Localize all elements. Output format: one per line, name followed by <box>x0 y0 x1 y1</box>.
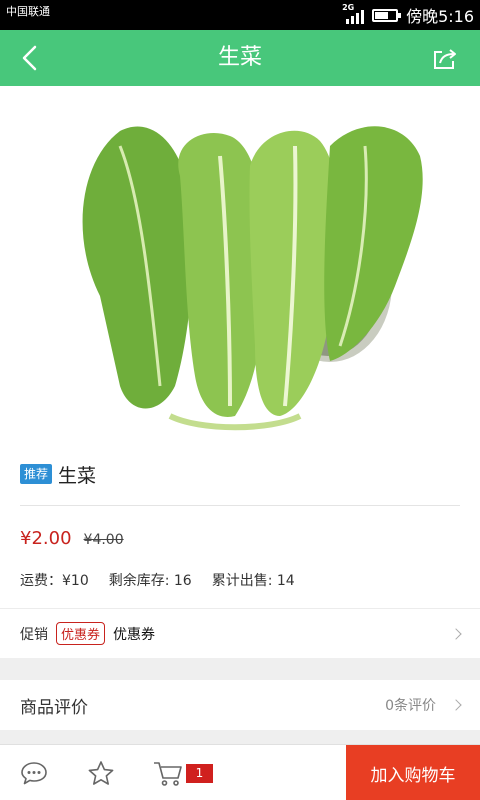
clock: 傍晚5:16 <box>406 7 474 26</box>
battery-icon <box>372 8 402 22</box>
chat-icon <box>21 762 47 785</box>
chevron-right-icon <box>450 627 462 640</box>
product-image <box>0 86 480 440</box>
reviews-label: 商品评价 <box>20 697 88 718</box>
lettuce-illustration <box>82 126 423 431</box>
reviews-count: 0条评价 <box>385 698 436 714</box>
product-info: 推荐 生菜 ¥2.00 ¥4.00 运费：¥10 剩余库存: 16 累计出售: … <box>0 440 480 608</box>
star-icon <box>88 760 114 785</box>
promotion-label: 促销 <box>20 626 48 643</box>
add-to-cart-button[interactable]: 加入购物车 <box>346 745 480 800</box>
product-name: 生菜 <box>58 464 97 487</box>
section-gap <box>0 730 480 744</box>
back-arrow-icon <box>22 45 37 71</box>
current-price: ¥2.00 <box>20 528 72 549</box>
share-icon <box>434 49 456 69</box>
chat-button[interactable] <box>16 745 52 800</box>
shipping-fee: 运费：¥10 <box>20 573 89 589</box>
coupon-text: 优惠券 <box>113 626 156 643</box>
page-title: 生菜 <box>217 45 262 70</box>
coupon-tag: 优惠券 <box>56 622 106 645</box>
status-bar: 中国联通 2G 傍晚5:16 <box>0 0 480 30</box>
divider <box>20 505 460 506</box>
stock-remaining: 剩余库存: 16 <box>108 573 192 589</box>
back-button[interactable] <box>10 38 50 78</box>
original-price: ¥4.00 <box>83 532 124 548</box>
favorite-button[interactable] <box>84 745 118 800</box>
recommend-badge: 推荐 <box>20 464 53 484</box>
cart-count-badge: 1 <box>186 764 213 783</box>
signal-icon: 2G <box>342 3 365 24</box>
promotion-row[interactable]: 促销 优惠券 优惠券 <box>0 608 480 658</box>
nav-bar: 生菜 <box>0 30 480 86</box>
chevron-right-icon <box>450 699 462 711</box>
total-sold: 累计出售: 14 <box>211 573 295 589</box>
cart-icon <box>154 762 182 786</box>
share-button[interactable] <box>428 42 462 76</box>
reviews-row[interactable]: 商品评价 0条评价 <box>0 680 480 730</box>
section-gap <box>0 658 480 680</box>
bottom-action-bar: 1 加入购物车 <box>0 744 480 800</box>
carrier-label: 中国联通 <box>6 5 50 18</box>
cart-button[interactable] <box>150 745 186 800</box>
